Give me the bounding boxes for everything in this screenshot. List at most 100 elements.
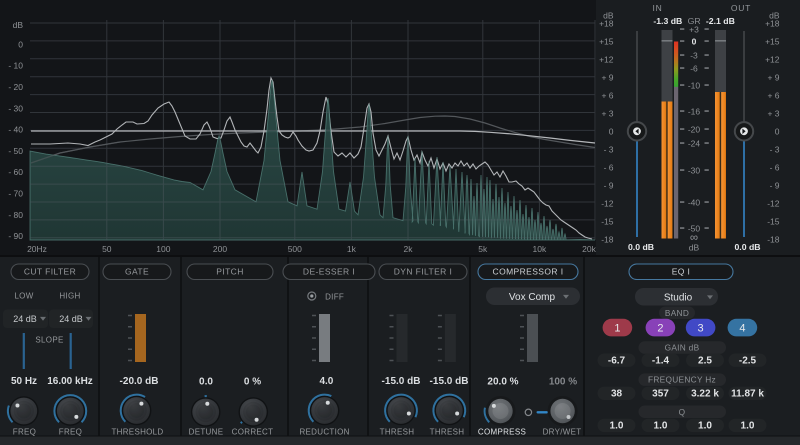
svg-text:THRESHOLD: THRESHOLD: [111, 427, 163, 436]
svg-text:- 50: - 50: [8, 146, 23, 156]
svg-text:-12: -12: [767, 198, 780, 208]
svg-text:+ 6: + 6: [601, 90, 613, 100]
svg-text:-12: -12: [601, 198, 614, 208]
svg-text:dB: dB: [689, 243, 700, 253]
svg-text:5k: 5k: [478, 244, 488, 254]
svg-text:LOW: LOW: [14, 292, 33, 301]
svg-text:1.0: 1.0: [654, 421, 668, 432]
svg-text:20k: 20k: [582, 244, 596, 254]
svg-text:THRESH: THRESH: [380, 427, 415, 436]
svg-text:-3: -3: [690, 50, 698, 60]
svg-text:-15.0 dB: -15.0 dB: [382, 376, 421, 387]
svg-text:+ 6: + 6: [767, 90, 779, 100]
svg-text:-24: -24: [688, 138, 701, 148]
svg-text:+18: +18: [599, 18, 614, 28]
svg-text:-6: -6: [690, 63, 698, 73]
svg-text:0.0 dB: 0.0 dB: [628, 242, 654, 252]
svg-text:SLOPE: SLOPE: [35, 335, 63, 344]
svg-text:+12: +12: [765, 54, 780, 64]
svg-text:- 40: - 40: [8, 125, 23, 135]
svg-text:PITCH: PITCH: [216, 267, 244, 277]
svg-text:- 3: - 3: [770, 144, 780, 154]
svg-text:50 Hz: 50 Hz: [11, 376, 37, 387]
svg-text:100 %: 100 %: [549, 376, 577, 387]
svg-text:- 20: - 20: [8, 82, 23, 92]
svg-text:38: 38: [611, 389, 623, 400]
svg-text:-1.3 dB: -1.3 dB: [653, 16, 682, 26]
svg-text:Q: Q: [679, 407, 686, 417]
svg-text:1.0: 1.0: [610, 421, 624, 432]
svg-text:+12: +12: [599, 54, 614, 64]
svg-text:24 dB: 24 dB: [13, 314, 37, 324]
svg-text:500: 500: [288, 244, 302, 254]
svg-text:0: 0: [609, 126, 614, 136]
svg-text:-16: -16: [688, 106, 701, 116]
svg-text:DIFF: DIFF: [325, 292, 344, 301]
svg-text:4.0: 4.0: [319, 376, 333, 387]
svg-text:BAND: BAND: [665, 308, 689, 318]
svg-text:COMPRESSOR I: COMPRESSOR I: [493, 267, 564, 277]
svg-text:-6.7: -6.7: [608, 356, 626, 367]
svg-text:0.0: 0.0: [199, 376, 213, 387]
svg-text:GAIN dB: GAIN dB: [665, 343, 700, 353]
svg-text:- 9: - 9: [770, 180, 780, 190]
svg-text:357: 357: [652, 389, 669, 400]
svg-text:+ 9: + 9: [767, 72, 779, 82]
svg-text:+ 9: + 9: [601, 72, 613, 82]
svg-text:1.0: 1.0: [698, 421, 712, 432]
svg-text:24 dB: 24 dB: [59, 314, 83, 324]
svg-text:FREQ: FREQ: [59, 427, 82, 436]
svg-text:-15: -15: [767, 216, 780, 226]
svg-text:-15: -15: [601, 216, 614, 226]
svg-text:-1.4: -1.4: [652, 356, 670, 367]
svg-text:- 9: - 9: [604, 180, 614, 190]
svg-text:- 90: - 90: [8, 231, 23, 241]
svg-text:+3: +3: [689, 24, 699, 34]
svg-text:CORRECT: CORRECT: [232, 427, 274, 436]
svg-text:-18: -18: [767, 234, 780, 244]
svg-text:-2.1 dB: -2.1 dB: [706, 16, 735, 26]
svg-text:2: 2: [657, 323, 663, 335]
svg-text:1: 1: [614, 323, 620, 335]
svg-text:4: 4: [739, 323, 745, 335]
svg-text:DETUNE: DETUNE: [189, 427, 224, 436]
svg-text:1k: 1k: [347, 244, 357, 254]
svg-text:3.22 k: 3.22 k: [691, 389, 719, 400]
svg-text:- 70: - 70: [8, 189, 23, 199]
svg-text:0: 0: [692, 36, 697, 46]
svg-text:FREQUENCY Hz: FREQUENCY Hz: [648, 375, 716, 385]
svg-text:- 6: - 6: [770, 162, 780, 172]
svg-text:200: 200: [213, 244, 227, 254]
svg-text:+ 3: + 3: [767, 108, 779, 118]
svg-text:-40: -40: [688, 197, 701, 207]
svg-text:20Hz: 20Hz: [27, 244, 47, 254]
svg-text:-18: -18: [601, 234, 614, 244]
svg-text:-20: -20: [688, 124, 701, 134]
svg-text:- 60: - 60: [8, 167, 23, 177]
svg-text:GATE: GATE: [125, 267, 149, 277]
svg-text:- 10: - 10: [8, 61, 23, 71]
svg-text:16.00 kHz: 16.00 kHz: [47, 376, 93, 387]
svg-text:- 6: - 6: [604, 162, 614, 172]
svg-text:IN: IN: [652, 3, 662, 13]
svg-text:-10: -10: [688, 80, 701, 90]
svg-text:0.0 dB: 0.0 dB: [734, 242, 760, 252]
svg-text:REDUCTION: REDUCTION: [299, 427, 349, 436]
svg-text:20.0 %: 20.0 %: [487, 376, 518, 387]
svg-text:DYN FILTER I: DYN FILTER I: [394, 267, 452, 277]
svg-text:0: 0: [18, 39, 23, 49]
svg-text:+15: +15: [765, 36, 780, 46]
svg-text:11.87 k: 11.87 k: [731, 389, 764, 400]
svg-text:2k: 2k: [404, 244, 414, 254]
svg-text:COMPRESS: COMPRESS: [478, 427, 526, 436]
svg-text:THRESH: THRESH: [430, 427, 465, 436]
svg-text:- 3: - 3: [604, 144, 614, 154]
svg-text:-2.5: -2.5: [739, 356, 757, 367]
svg-text:Vox Comp: Vox Comp: [509, 292, 556, 303]
svg-text:-15.0 dB: -15.0 dB: [430, 376, 469, 387]
svg-text:10k: 10k: [533, 244, 547, 254]
svg-text:dB: dB: [13, 20, 24, 30]
svg-text:+ 3: + 3: [601, 108, 613, 118]
svg-text:Studio: Studio: [664, 293, 693, 304]
svg-text:2.5: 2.5: [698, 356, 712, 367]
